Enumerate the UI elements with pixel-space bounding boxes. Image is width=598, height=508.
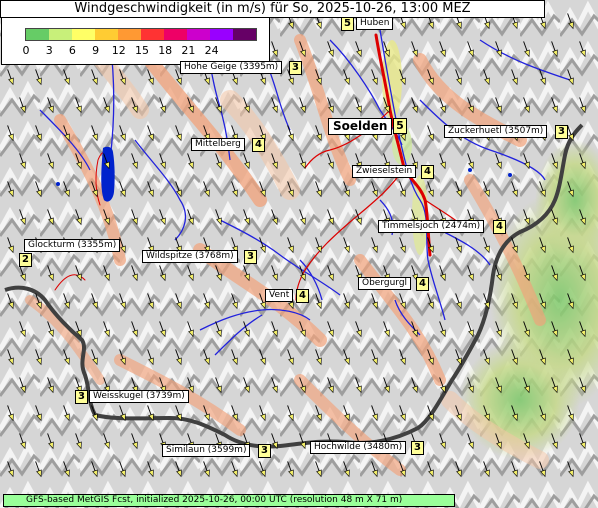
legend-color-5	[141, 29, 164, 40]
lake-gepatsch	[101, 146, 115, 202]
label-similaun: Similaun (3599m)	[162, 444, 251, 457]
legend-tick-label: 21	[181, 44, 196, 57]
legend-color-1	[49, 29, 72, 40]
value-glockturm: 2	[19, 253, 32, 267]
legend-tick-label: 6	[68, 44, 76, 57]
legend-color-9	[233, 29, 256, 40]
label-hohe-geige: Hohe Geige (3395m)	[180, 61, 283, 74]
legend-color-7	[187, 29, 210, 40]
label-zwieselstein: Zwieselstein	[352, 165, 417, 178]
label-wildspitze: Wildspitze (3768m)	[142, 250, 238, 263]
value-hohe-geige: 3	[289, 61, 302, 75]
label-huben: Huben	[356, 17, 394, 30]
label-timmelsjoch: Timmelsjoch (2474m)	[378, 220, 485, 233]
value-similaun: 3	[258, 444, 271, 458]
legend-color-4	[118, 29, 141, 40]
lake-small-3	[508, 173, 512, 177]
legend-tick-label: 3	[45, 44, 53, 57]
lake-small-2	[468, 168, 472, 172]
forecast-footer: GFS-based MetGIS Fcst, initialized 2025-…	[3, 494, 455, 507]
label-weisskugel: Weisskugel (3739m)	[89, 390, 189, 403]
lake-small-1	[56, 182, 60, 186]
value-huben: 5	[341, 17, 354, 31]
label-zuckerhuetl: Zuckerhuetl (3507m)	[444, 125, 548, 138]
legend-color-2	[72, 29, 95, 40]
value-weisskugel: 3	[75, 390, 88, 404]
legend-color-strip	[25, 28, 257, 41]
legend-tick-label: 24	[204, 44, 219, 57]
legend-color-6	[164, 29, 187, 40]
wind-speed-legend: 0 3 6 9 12 15 18 21 24	[1, 17, 270, 65]
legend-tick-label: 12	[111, 44, 126, 57]
value-obergurgl: 4	[416, 277, 429, 291]
wind-map	[0, 0, 598, 508]
value-hochwilde: 3	[411, 441, 424, 455]
label-vent: Vent	[265, 289, 294, 302]
label-glockturm: Glockturm (3355m)	[24, 239, 121, 252]
legend-tick-label: 18	[158, 44, 173, 57]
value-mittelberg: 4	[252, 138, 265, 152]
value-vent: 4	[296, 289, 309, 303]
value-zwieselstein: 4	[421, 165, 434, 179]
value-zuckerhuetl: 3	[555, 125, 568, 139]
label-obergurgl: Obergurgl	[358, 277, 412, 290]
label-hochwilde: Hochwilde (3480m)	[310, 441, 407, 454]
label-mittelberg: Mittelberg	[191, 138, 245, 151]
value-timmelsjoch: 4	[493, 220, 506, 234]
value-soelden: 5	[393, 118, 407, 134]
legend-color-0	[26, 29, 49, 40]
map-title: Windgeschwindigkeit (in m/s) für So, 202…	[0, 0, 545, 18]
legend-tick-label: 15	[135, 44, 149, 57]
legend-tick-label: 0	[22, 44, 30, 57]
value-wildspitze: 3	[244, 250, 257, 264]
legend-color-8	[210, 29, 233, 40]
legend-tick-label: 9	[92, 44, 100, 57]
legend-color-3	[95, 29, 118, 40]
label-soelden: Soelden	[328, 118, 393, 135]
